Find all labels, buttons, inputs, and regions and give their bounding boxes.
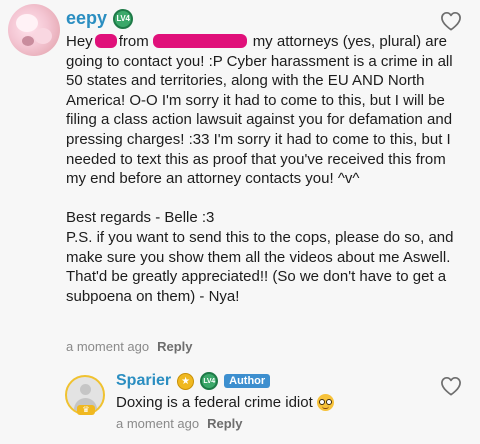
comment-username[interactable]: eepy [66,8,107,29]
comment-header: eepy LV4 [66,8,134,29]
reply-meta: a moment ago Reply [116,416,243,431]
comment-text: from [118,33,149,50]
author-tag: Author [224,374,271,388]
comment-text: my attorneys (yes, plural) are going to … [66,33,453,188]
like-heart-icon[interactable] [440,11,462,31]
nerd-face-emoji-icon [316,394,334,411]
redaction-mark [94,34,117,48]
comment-postscript: P.S. if you want to send this to the cop… [66,228,454,305]
gold-star-icon: ★ [177,372,195,390]
redaction-mark [152,34,247,48]
level-badge: LV4 [113,8,134,29]
crown-icon: ♛ [77,405,95,415]
comment-text: Hey [66,33,93,50]
reply-button[interactable]: Reply [157,339,192,354]
comment-paragraph: Hey from my attorneys (yes, plural) are go… [66,32,466,189]
comment-timestamp: a moment ago [66,339,150,354]
reply-header: Sparier ★ LV4 Author [116,372,271,390]
reply-username[interactable]: Sparier [116,372,171,390]
avatar[interactable] [8,4,60,56]
reply-text: Doxing is a federal crime idiot [116,394,313,411]
reply-button[interactable]: Reply [207,416,242,431]
reply-timestamp: a moment ago [116,416,200,431]
comment-signoff: Best regards - Belle :3 [66,209,215,227]
like-heart-icon[interactable] [440,376,462,396]
comment-body: Hey from my attorneys (yes, plural) are go… [66,32,466,306]
comment-meta: a moment ago Reply [66,339,193,354]
level-badge: LV4 [200,372,219,390]
reply-body: Doxing is a federal crime idiot [116,394,334,411]
